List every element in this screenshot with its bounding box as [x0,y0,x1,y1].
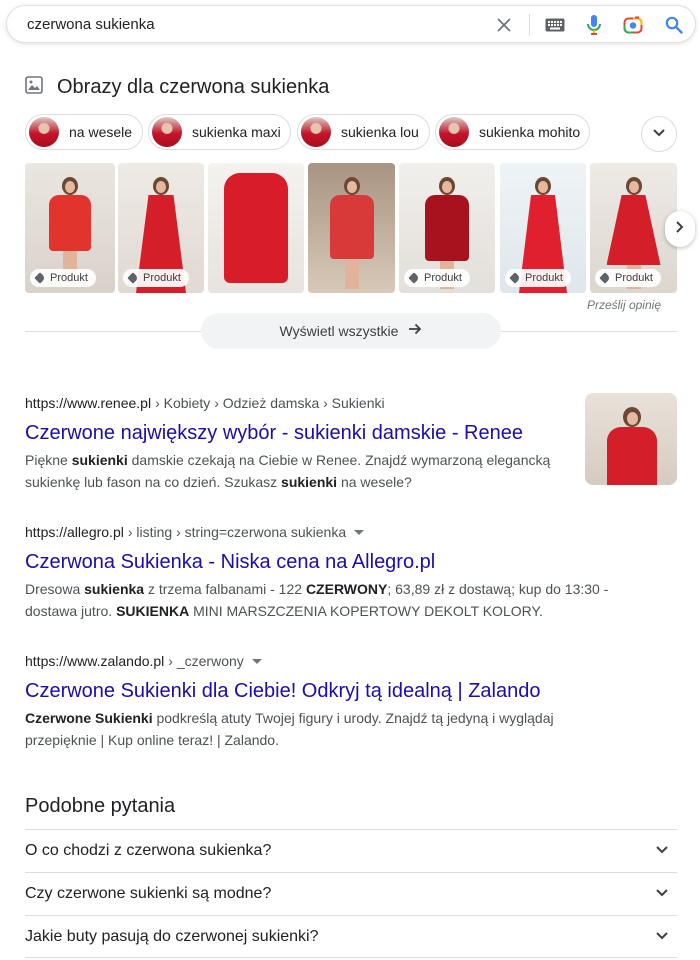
related-question[interactable]: Jakie buty pasują do czerwonej sukienki? [25,915,677,958]
product-badge: Produkt [123,269,189,287]
image-tile[interactable]: Produkt [25,163,115,293]
chevron-down-icon [655,885,669,903]
question-text: Jakie buty pasują do czerwonej sukienki? [25,928,319,945]
keyboard-icon[interactable] [543,13,567,37]
result-cite[interactable]: https://www.zalando.pl › _czerwony [25,653,625,669]
image-tile[interactable]: Produkt [118,163,204,293]
search-input[interactable]: czerwona sukienka [27,16,155,33]
tag-icon [408,272,420,284]
chip-sukienka-lou[interactable]: sukienka lou [297,114,430,150]
chip-label: na wesele [69,124,133,140]
badge-label: Produkt [615,272,653,284]
arrow-right-icon [408,322,422,340]
images-header: Obrazy dla czerwona sukienka [25,76,329,99]
feedback-link[interactable]: Prześlij opinię [587,298,661,312]
result-snippet: Czerwone Sukienki podkreślą atuty Twojej… [25,707,625,751]
badge-label: Produkt [424,272,462,284]
image-strip: Produkt Produkt Produkt Produkt Produkt [25,163,677,293]
snippet-text: z trzema falbanami - 122 [144,581,306,597]
snippet-text: MINI MARSZCZENIA KOPERTOWY DEKOLT KOLORY… [189,603,543,619]
chip-sukienka-mohito[interactable]: sukienka mohito [435,114,590,150]
chip-thumbnail [301,117,331,147]
product-badge: Produkt [404,269,470,287]
strip-next-button[interactable] [665,211,695,247]
result-thumbnail[interactable] [585,393,677,485]
chip-label: sukienka lou [341,124,419,140]
divider [25,957,677,958]
chips-expand-button[interactable] [641,116,677,152]
caret-down-icon[interactable] [251,658,262,664]
image-tile[interactable] [208,163,304,293]
image-tile[interactable]: Produkt [590,163,677,293]
result-path: › _czerwony [168,653,244,669]
search-bar[interactable]: czerwona sukienka [6,5,696,43]
search-divider [529,14,530,36]
tag-icon [127,272,139,284]
search-result: https://allegro.pl › listing › string=cz… [25,524,625,622]
result-title-link[interactable]: Czerwone największy wybór - sukienki dam… [25,420,585,446]
result-title-link[interactable]: Czerwone Sukienki dla Ciebie! Odkryj tą … [25,678,625,704]
chevron-right-icon [675,220,685,239]
question-text: O co chodzi z czerwona sukienka? [25,842,272,859]
images-title: Obrazy dla czerwona sukienka [57,76,330,98]
view-all-label: Wyświetl wszystkie [279,323,399,339]
chip-thumbnail [152,117,182,147]
result-url: https://www.renee.pl [25,395,152,411]
chip-thumbnail [439,117,469,147]
badge-label: Produkt [525,272,563,284]
snippet-highlight: CZERWONY [305,581,388,597]
snippet-text: Piękne [25,452,72,468]
chip-label: sukienka maxi [192,124,281,140]
image-icon [25,76,43,99]
tag-icon [34,272,46,284]
badge-label: Produkt [143,272,181,284]
google-lens-icon[interactable] [621,13,645,37]
image-tile[interactable]: Produkt [399,163,495,293]
chevron-down-icon [655,842,669,860]
snippet-text: na wesele? [337,474,412,490]
product-badge: Produkt [30,269,96,287]
product-badge: Produkt [505,269,571,287]
search-icon[interactable] [662,13,686,37]
image-tile[interactable]: Produkt [500,163,586,293]
chip-sukienka-maxi[interactable]: sukienka maxi [148,114,291,150]
question-text: Czy czerwone sukienki są modne? [25,885,272,902]
result-snippet: Piękne sukienki damskie czekają na Ciebi… [25,449,585,493]
tag-icon [509,272,521,284]
snippet-text: Dresowa [25,581,85,597]
result-url: https://www.zalando.pl [25,653,165,669]
tag-icon [599,272,611,284]
related-question[interactable]: O co chodzi z czerwona sukienka? [25,829,677,872]
product-badge: Produkt [595,269,661,287]
image-tile[interactable] [308,163,395,293]
chip-label: sukienka mohito [479,124,581,140]
result-cite[interactable]: https://www.renee.pl › Kobiety › Odzież … [25,395,585,411]
view-all-button[interactable]: Wyświetl wszystkie [201,313,501,349]
result-cite[interactable]: https://allegro.pl › listing › string=cz… [25,524,625,540]
caret-down-icon[interactable] [354,529,365,535]
snippet-highlight: sukienka [84,581,145,597]
chevron-down-icon [655,928,669,946]
result-url: https://allegro.pl [25,524,124,540]
snippet-highlight: SUKIENKA [116,603,190,619]
search-result: https://www.renee.pl › Kobiety › Odzież … [25,395,585,493]
result-path: › Kobiety › Odzież damska › Sukienki [155,395,385,411]
result-path: › listing › string=czerwona sukienka [127,524,347,540]
chevron-down-icon [652,125,666,143]
result-title-link[interactable]: Czerwona Sukienka - Niska cena na Allegr… [25,549,625,575]
snippet-highlight: Czerwone Sukienki [25,710,153,726]
snippet-highlight: sukienki [71,452,128,468]
search-result: https://www.zalando.pl › _czerwony Czerw… [25,653,625,751]
chip-na-wesele[interactable]: na wesele [25,114,143,150]
badge-label: Produkt [50,272,88,284]
related-questions-title: Podobne pytania [25,795,176,817]
close-icon[interactable] [492,13,516,37]
result-snippet: Dresowa sukienka z trzema falbanami - 12… [25,578,625,622]
chip-thumbnail [29,117,59,147]
related-question[interactable]: Czy czerwone sukienki są modne? [25,872,677,915]
snippet-highlight: sukienki [281,474,338,490]
microphone-icon[interactable] [582,13,606,37]
